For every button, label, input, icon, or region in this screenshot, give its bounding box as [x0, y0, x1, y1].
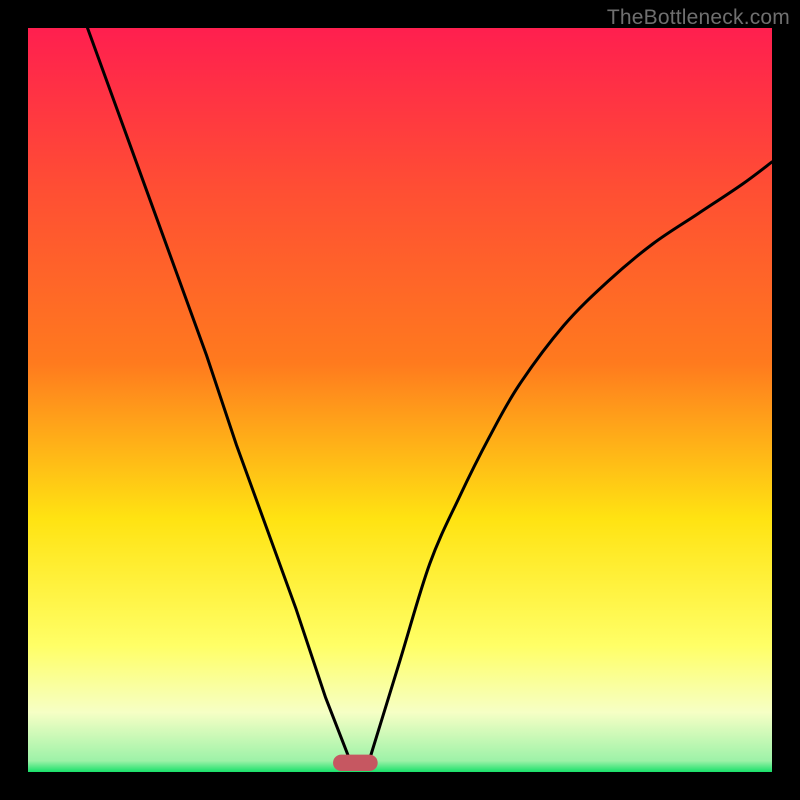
bottleneck-plot	[28, 28, 772, 772]
vertex-marker	[333, 755, 378, 771]
chart-frame	[28, 28, 772, 772]
watermark-text: TheBottleneck.com	[607, 6, 790, 30]
